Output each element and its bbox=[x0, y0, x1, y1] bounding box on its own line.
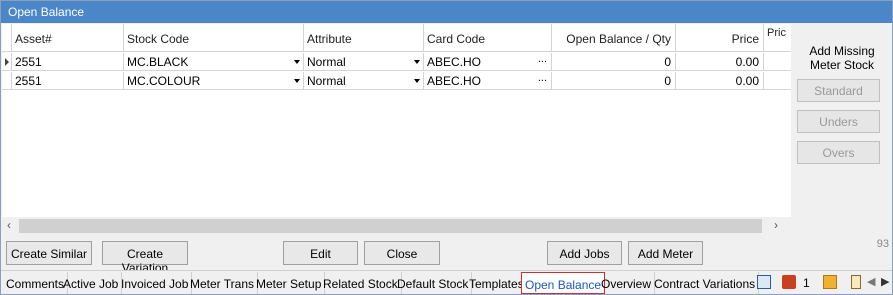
column-header-card-code[interactable]: Card Code bbox=[424, 24, 552, 52]
side-panel-heading: Add Missing Meter Stock bbox=[792, 44, 892, 72]
header-indicator bbox=[2, 24, 12, 52]
folders-icon[interactable] bbox=[823, 275, 837, 289]
window-title: Open Balance bbox=[1, 1, 892, 23]
row-indicator bbox=[2, 53, 12, 70]
tab-scroll-right-icon[interactable]: ▶ bbox=[881, 275, 889, 288]
create-variation-button[interactable]: Create Variation bbox=[102, 241, 188, 275]
grid-header: Asset# Stock Code Attribute Card Code Op… bbox=[2, 24, 791, 52]
tab-contract-variations[interactable]: Contract Variations bbox=[651, 272, 760, 294]
tab-open-balance[interactable]: Open Balance bbox=[521, 272, 606, 294]
stock-code-value: MC.BLACK bbox=[127, 55, 189, 69]
ellipsis-button-icon[interactable]: ... bbox=[538, 53, 547, 65]
tab-related-stock[interactable]: Related Stock bbox=[320, 272, 402, 294]
tab-default-stock[interactable]: Default Stock bbox=[394, 272, 473, 294]
cell-price[interactable]: 0.00 bbox=[676, 72, 764, 90]
record-count: 93 bbox=[876, 238, 889, 250]
unders-button[interactable]: Unders bbox=[797, 110, 880, 133]
dropdown-arrow-icon[interactable] bbox=[414, 79, 420, 83]
cell-open-balance[interactable]: 0 bbox=[552, 53, 676, 71]
column-header-attribute[interactable]: Attribute bbox=[304, 24, 424, 52]
add-jobs-button[interactable]: Add Jobs bbox=[547, 241, 622, 265]
create-similar-button[interactable]: Create Similar bbox=[6, 241, 92, 265]
dropdown-arrow-icon[interactable] bbox=[294, 60, 300, 64]
tab-templates[interactable]: Templates bbox=[466, 272, 528, 294]
close-button[interactable]: Close bbox=[364, 241, 440, 265]
column-header-price-2[interactable]: Pric bbox=[764, 24, 791, 52]
cell-open-balance[interactable]: 0 bbox=[552, 72, 676, 90]
cell-price-2[interactable] bbox=[764, 72, 791, 90]
cell-attribute[interactable]: Normal bbox=[304, 53, 424, 71]
column-header-open-balance[interactable]: Open Balance / Qty bbox=[552, 24, 676, 52]
cell-card-code[interactable]: ABEC.HO... bbox=[424, 53, 552, 71]
tab-active-job[interactable]: Active Job bbox=[60, 272, 123, 294]
cell-asset[interactable]: 2551 bbox=[12, 72, 124, 90]
tab-meter-trans[interactable]: Meter Trans bbox=[187, 272, 259, 294]
open-balance-window: Open Balance Asset# Stock Code Attribute… bbox=[0, 0, 893, 295]
scroll-right-icon[interactable]: › bbox=[774, 218, 778, 232]
dropdown-arrow-icon[interactable] bbox=[414, 60, 420, 64]
stock-code-value: MC.COLOUR bbox=[127, 74, 201, 88]
tab-strip: Comments Active Job Invoiced Job Meter T… bbox=[1, 270, 892, 294]
row-indicator bbox=[2, 72, 12, 89]
table-row[interactable]: 2551 MC.BLACK Normal ABEC.HO... 0 0.00 bbox=[2, 53, 791, 71]
tab-invoiced-job[interactable]: Invoiced Job bbox=[118, 272, 193, 294]
open-balance-grid: Asset# Stock Code Attribute Card Code Op… bbox=[2, 24, 791, 235]
card-code-value: ABEC.HO bbox=[427, 74, 482, 88]
tab-overview[interactable]: Overview bbox=[598, 272, 656, 294]
clipboard-icon[interactable] bbox=[851, 275, 861, 289]
attribute-value: Normal bbox=[307, 74, 346, 88]
tab-meter-setup[interactable]: Meter Setup bbox=[253, 272, 326, 294]
ellipsis-button-icon[interactable]: ... bbox=[538, 72, 547, 84]
notes-icon[interactable] bbox=[782, 275, 796, 289]
side-panel-heading-line2: Meter Stock bbox=[809, 58, 875, 72]
cell-stock-code[interactable]: MC.BLACK bbox=[124, 53, 304, 71]
cell-card-code[interactable]: ABEC.HO... bbox=[424, 72, 552, 90]
scroll-left-icon[interactable]: ‹ bbox=[7, 218, 11, 232]
column-header-asset[interactable]: Asset# bbox=[12, 24, 124, 52]
cell-asset[interactable]: 2551 bbox=[12, 53, 124, 71]
horizontal-scrollbar[interactable]: ‹ › bbox=[2, 217, 791, 235]
standard-button[interactable]: Standard bbox=[797, 79, 880, 102]
dropdown-arrow-icon[interactable] bbox=[294, 79, 300, 83]
table-row[interactable]: 2551 MC.COLOUR Normal ABEC.HO... 0 0.00 bbox=[2, 72, 791, 90]
current-row-arrow-icon bbox=[5, 58, 9, 66]
cell-attribute[interactable]: Normal bbox=[304, 72, 424, 90]
tab-comments[interactable]: Comments bbox=[3, 272, 69, 294]
add-missing-meter-stock-panel: Add Missing Meter Stock Standard Unders … bbox=[792, 24, 892, 235]
tab-scroll-left-icon[interactable]: ◀ bbox=[867, 275, 875, 288]
column-header-stock-code[interactable]: Stock Code bbox=[124, 24, 304, 52]
attribute-value: Normal bbox=[307, 55, 346, 69]
cell-price[interactable]: 0.00 bbox=[676, 53, 764, 71]
document-icon[interactable] bbox=[757, 275, 771, 289]
column-header-price[interactable]: Price bbox=[676, 24, 764, 52]
notes-count: 1 bbox=[803, 276, 810, 290]
card-code-value: ABEC.HO bbox=[427, 55, 482, 69]
overs-button[interactable]: Overs bbox=[797, 141, 880, 164]
cell-price-2[interactable] bbox=[764, 53, 791, 71]
scrollbar-thumb[interactable] bbox=[19, 219, 762, 233]
add-meter-button[interactable]: Add Meter bbox=[628, 241, 703, 265]
side-panel-heading-line1: Add Missing bbox=[809, 44, 875, 58]
cell-stock-code[interactable]: MC.COLOUR bbox=[124, 72, 304, 90]
edit-button[interactable]: Edit bbox=[283, 241, 358, 265]
